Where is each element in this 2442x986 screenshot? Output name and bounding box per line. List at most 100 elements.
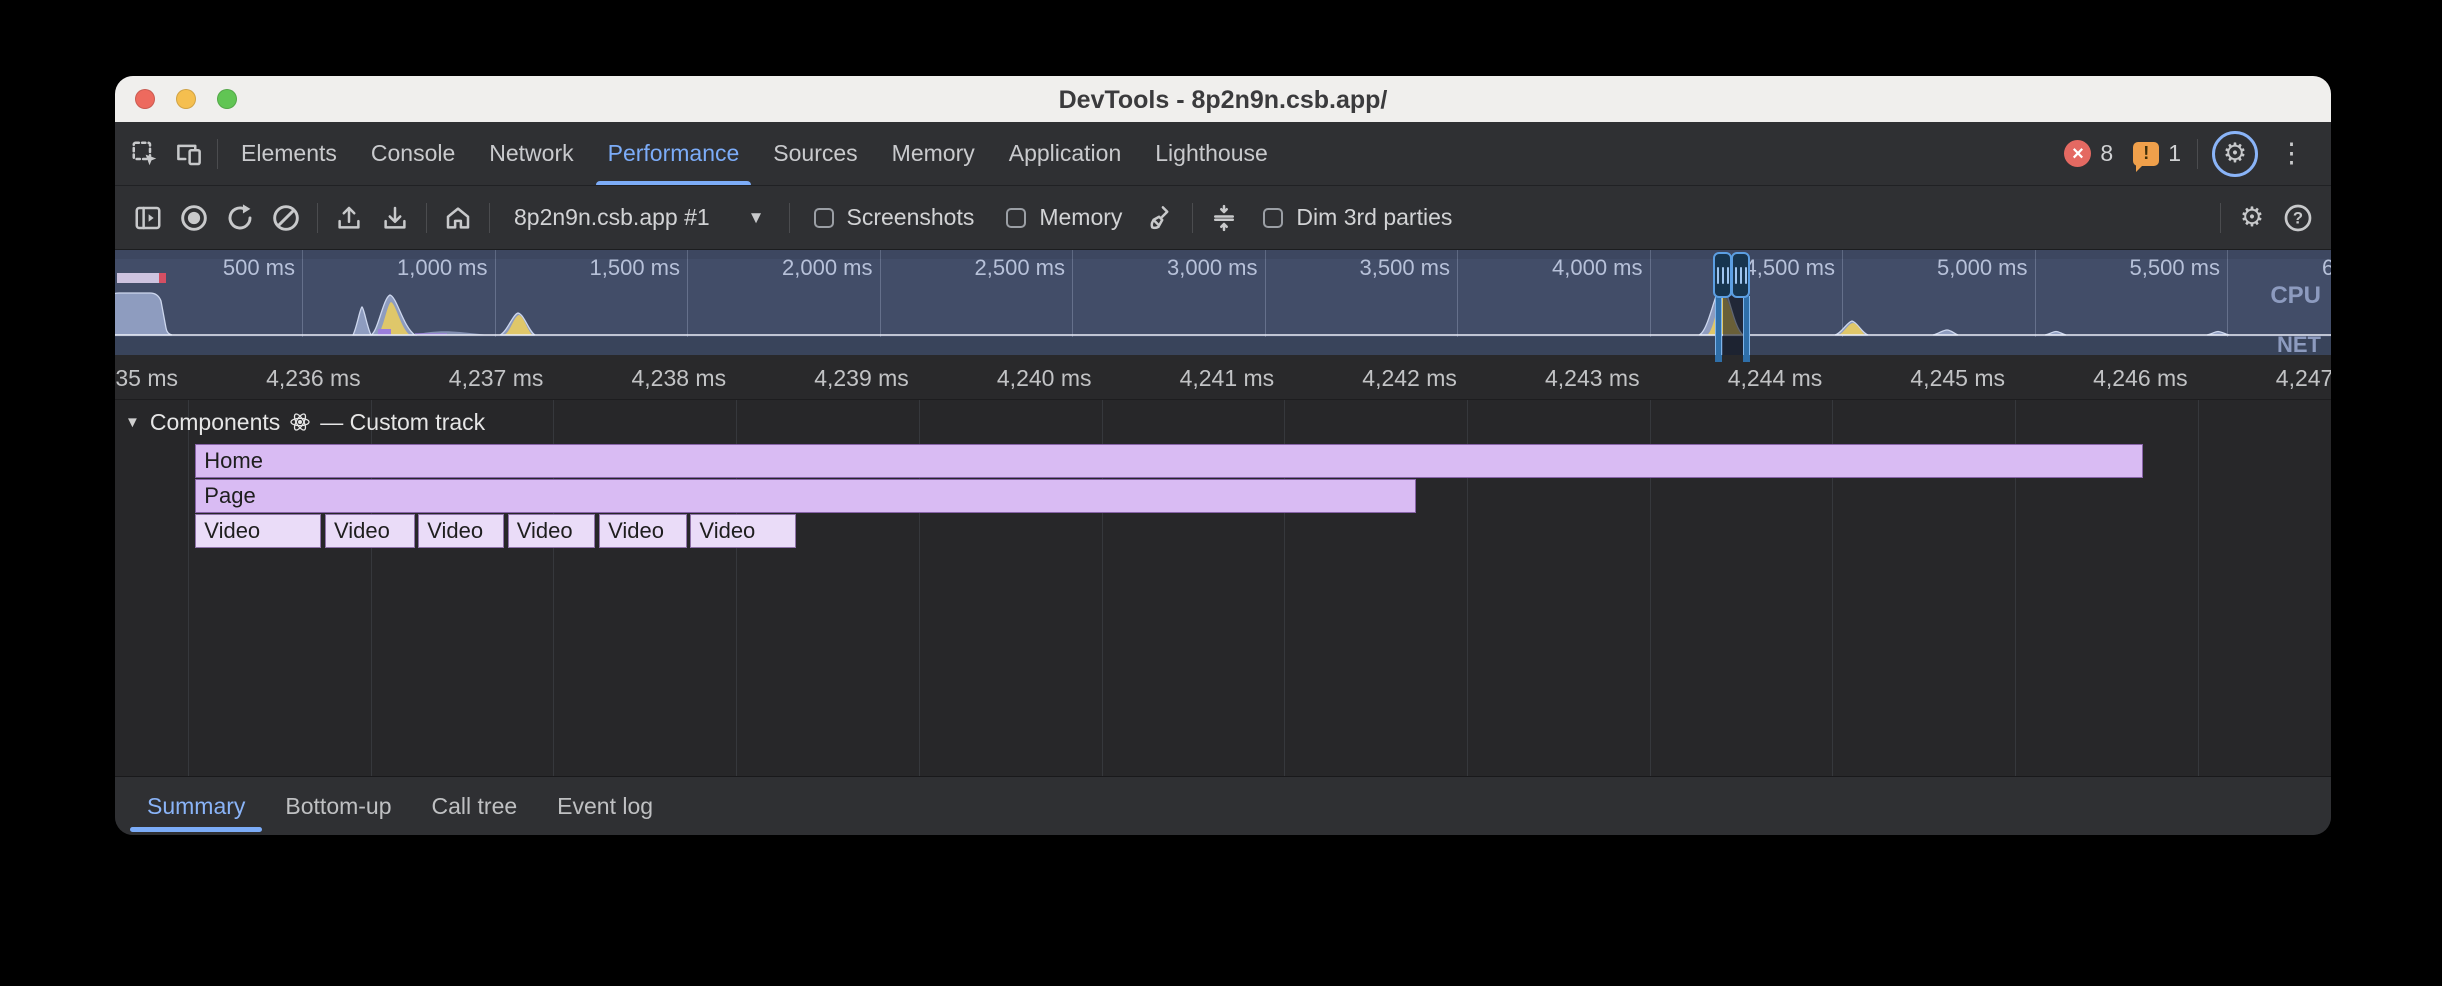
expander-icon: ▼ (125, 414, 140, 431)
garbage-collect-icon[interactable] (1140, 197, 1182, 239)
ruler-tick-label: 4,247 ms (2220, 355, 2331, 400)
target-name: 8p2n9n.csb.app #1 (514, 204, 710, 231)
tab-lighthouse[interactable]: Lighthouse (1138, 122, 1285, 185)
checkbox-icon (814, 208, 834, 228)
tab-sources[interactable]: Sources (756, 122, 874, 185)
atom-icon (289, 411, 311, 433)
divider (489, 203, 490, 233)
memory-checkbox[interactable]: Memory (992, 204, 1136, 231)
overview-tick-label: 6,000 ms (2263, 255, 2332, 281)
overview-tick-label: 4,000 ms (1493, 255, 1650, 281)
more-options-button[interactable]: ⋮ (2266, 138, 2317, 169)
custom-track-header[interactable]: ▼ Components — Custom track (125, 406, 485, 438)
checkbox-icon (1263, 208, 1283, 228)
tab-console[interactable]: Console (354, 122, 472, 185)
details-tabbar: SummaryBottom-upCall treeEvent log (115, 776, 2331, 835)
divider (317, 203, 318, 233)
tab-performance[interactable]: Performance (591, 122, 757, 185)
tab-network[interactable]: Network (472, 122, 590, 185)
overview-tick-label: 2,500 ms (915, 255, 1072, 281)
tab-application[interactable]: Application (992, 122, 1139, 185)
upload-profile-icon[interactable] (328, 197, 370, 239)
overview-tick-label: 3,500 ms (1300, 255, 1457, 281)
dim-3rd-parties-label: Dim 3rd parties (1296, 204, 1452, 231)
help-icon[interactable]: ? (2277, 197, 2319, 239)
screenshots-label: Screenshots (847, 204, 975, 231)
ruler-tick-label: 4,238 ms (576, 355, 736, 400)
ruler-tick-label: 4,239 ms (759, 355, 919, 400)
selection-left-handle[interactable] (1713, 252, 1732, 298)
performance-toolbar: 8p2n9n.csb.app #1 ▼ Screenshots Memory (115, 186, 2331, 250)
ruler-tick-label: 4,244 ms (1672, 355, 1832, 400)
net-lane-label: NET (2277, 332, 2321, 355)
ruler-tick-label: 4,237 ms (393, 355, 553, 400)
overview-tick-label: 1,500 ms (530, 255, 687, 281)
divider (426, 203, 427, 233)
flame-bar-video[interactable]: Video (325, 514, 415, 548)
dim-3rd-parties-checkbox[interactable]: Dim 3rd parties (1249, 204, 1466, 231)
network-activity-strip (117, 273, 166, 283)
flame-bar-video[interactable]: Video (508, 514, 596, 548)
devtools-window: DevTools - 8p2n9n.csb.app/ ElementsConso… (115, 76, 2331, 835)
ruler-tick-label: 4,241 ms (1124, 355, 1284, 400)
divider (217, 139, 218, 169)
record-and-reload-button[interactable] (219, 197, 261, 239)
window-title: DevTools - 8p2n9n.csb.app/ (115, 76, 2331, 122)
flame-bar-video[interactable]: Video (599, 514, 687, 548)
target-selector[interactable]: 8p2n9n.csb.app #1 ▼ (500, 204, 779, 231)
selection-right-handle[interactable] (1731, 252, 1750, 298)
cpu-lane-label: CPU (2270, 282, 2321, 310)
ruler-tick-label: 4,245 ms (1855, 355, 2015, 400)
memory-label: Memory (1039, 204, 1122, 231)
selection-window[interactable] (1723, 296, 1743, 355)
flame-bar-home[interactable]: Home (195, 444, 2143, 478)
divider (1192, 203, 1193, 233)
overview-tick-label: 1,000 ms (338, 255, 495, 281)
flame-bar-video[interactable]: Video (418, 514, 504, 548)
divider (2220, 203, 2221, 233)
device-toolbar-icon[interactable] (167, 132, 211, 176)
screen: DevTools - 8p2n9n.csb.app/ ElementsConso… (0, 0, 2442, 986)
timeline-overview[interactable]: 500 ms1,000 ms1,500 ms2,000 ms2,500 ms3,… (115, 250, 2331, 355)
record-button[interactable] (173, 197, 215, 239)
collapse-sections-icon[interactable] (1203, 197, 1245, 239)
ruler-tick-label: 4,246 ms (2038, 355, 2198, 400)
chevron-down-icon: ▼ (748, 208, 765, 228)
issues-badge[interactable]: ! 1 (2133, 140, 2181, 167)
details-tab-call-tree[interactable]: Call tree (412, 777, 538, 835)
network-error-segment (159, 273, 166, 283)
flame-bar-video[interactable]: Video (195, 514, 321, 548)
svg-text:?: ? (2293, 208, 2303, 227)
details-tab-summary[interactable]: Summary (127, 777, 265, 835)
ruler-tick-label: 4,240 ms (942, 355, 1102, 400)
divider (2197, 139, 2198, 169)
flamechart-canvas[interactable]: ▼ Components — Custom track HomePageVide… (115, 400, 2331, 776)
timeline-ruler: 4,235 ms 4,236 ms 4,237 ms 4,238 ms 4,239 ms… (115, 355, 2331, 400)
home-icon[interactable] (437, 197, 479, 239)
track-grid-line (188, 400, 189, 776)
details-tab-event-log[interactable]: Event log (537, 777, 673, 835)
divider (789, 203, 790, 233)
ruler-tick-label: 4,235 ms (115, 355, 188, 400)
macos-titlebar: DevTools - 8p2n9n.csb.app/ (115, 76, 2331, 122)
selection-right-stem (1743, 296, 1750, 355)
devtools-settings-button[interactable]: ⚙ (2212, 131, 2258, 177)
overview-tick-label: 4,500 ms (1685, 255, 1842, 281)
checkbox-icon (1006, 208, 1026, 228)
clear-button[interactable] (265, 197, 307, 239)
flame-bar-page[interactable]: Page (195, 479, 1415, 513)
ruler-tick-label: 4,243 ms (1490, 355, 1650, 400)
selection-left-stem (1715, 296, 1722, 355)
console-errors-badge[interactable]: × 8 (2064, 140, 2113, 167)
tab-memory[interactable]: Memory (875, 122, 992, 185)
capture-settings-icon[interactable]: ⚙ (2231, 197, 2273, 239)
toggle-sidebar-icon[interactable] (127, 197, 169, 239)
inspect-element-icon[interactable] (123, 132, 167, 176)
screenshots-checkbox[interactable]: Screenshots (800, 204, 989, 231)
flame-bar-video[interactable]: Video (690, 514, 796, 548)
tab-elements[interactable]: Elements (224, 122, 354, 185)
ruler-tick-label: 4,236 ms (211, 355, 371, 400)
download-profile-icon[interactable] (374, 197, 416, 239)
error-icon: × (2064, 140, 2091, 167)
details-tab-bottom-up[interactable]: Bottom-up (265, 777, 411, 835)
